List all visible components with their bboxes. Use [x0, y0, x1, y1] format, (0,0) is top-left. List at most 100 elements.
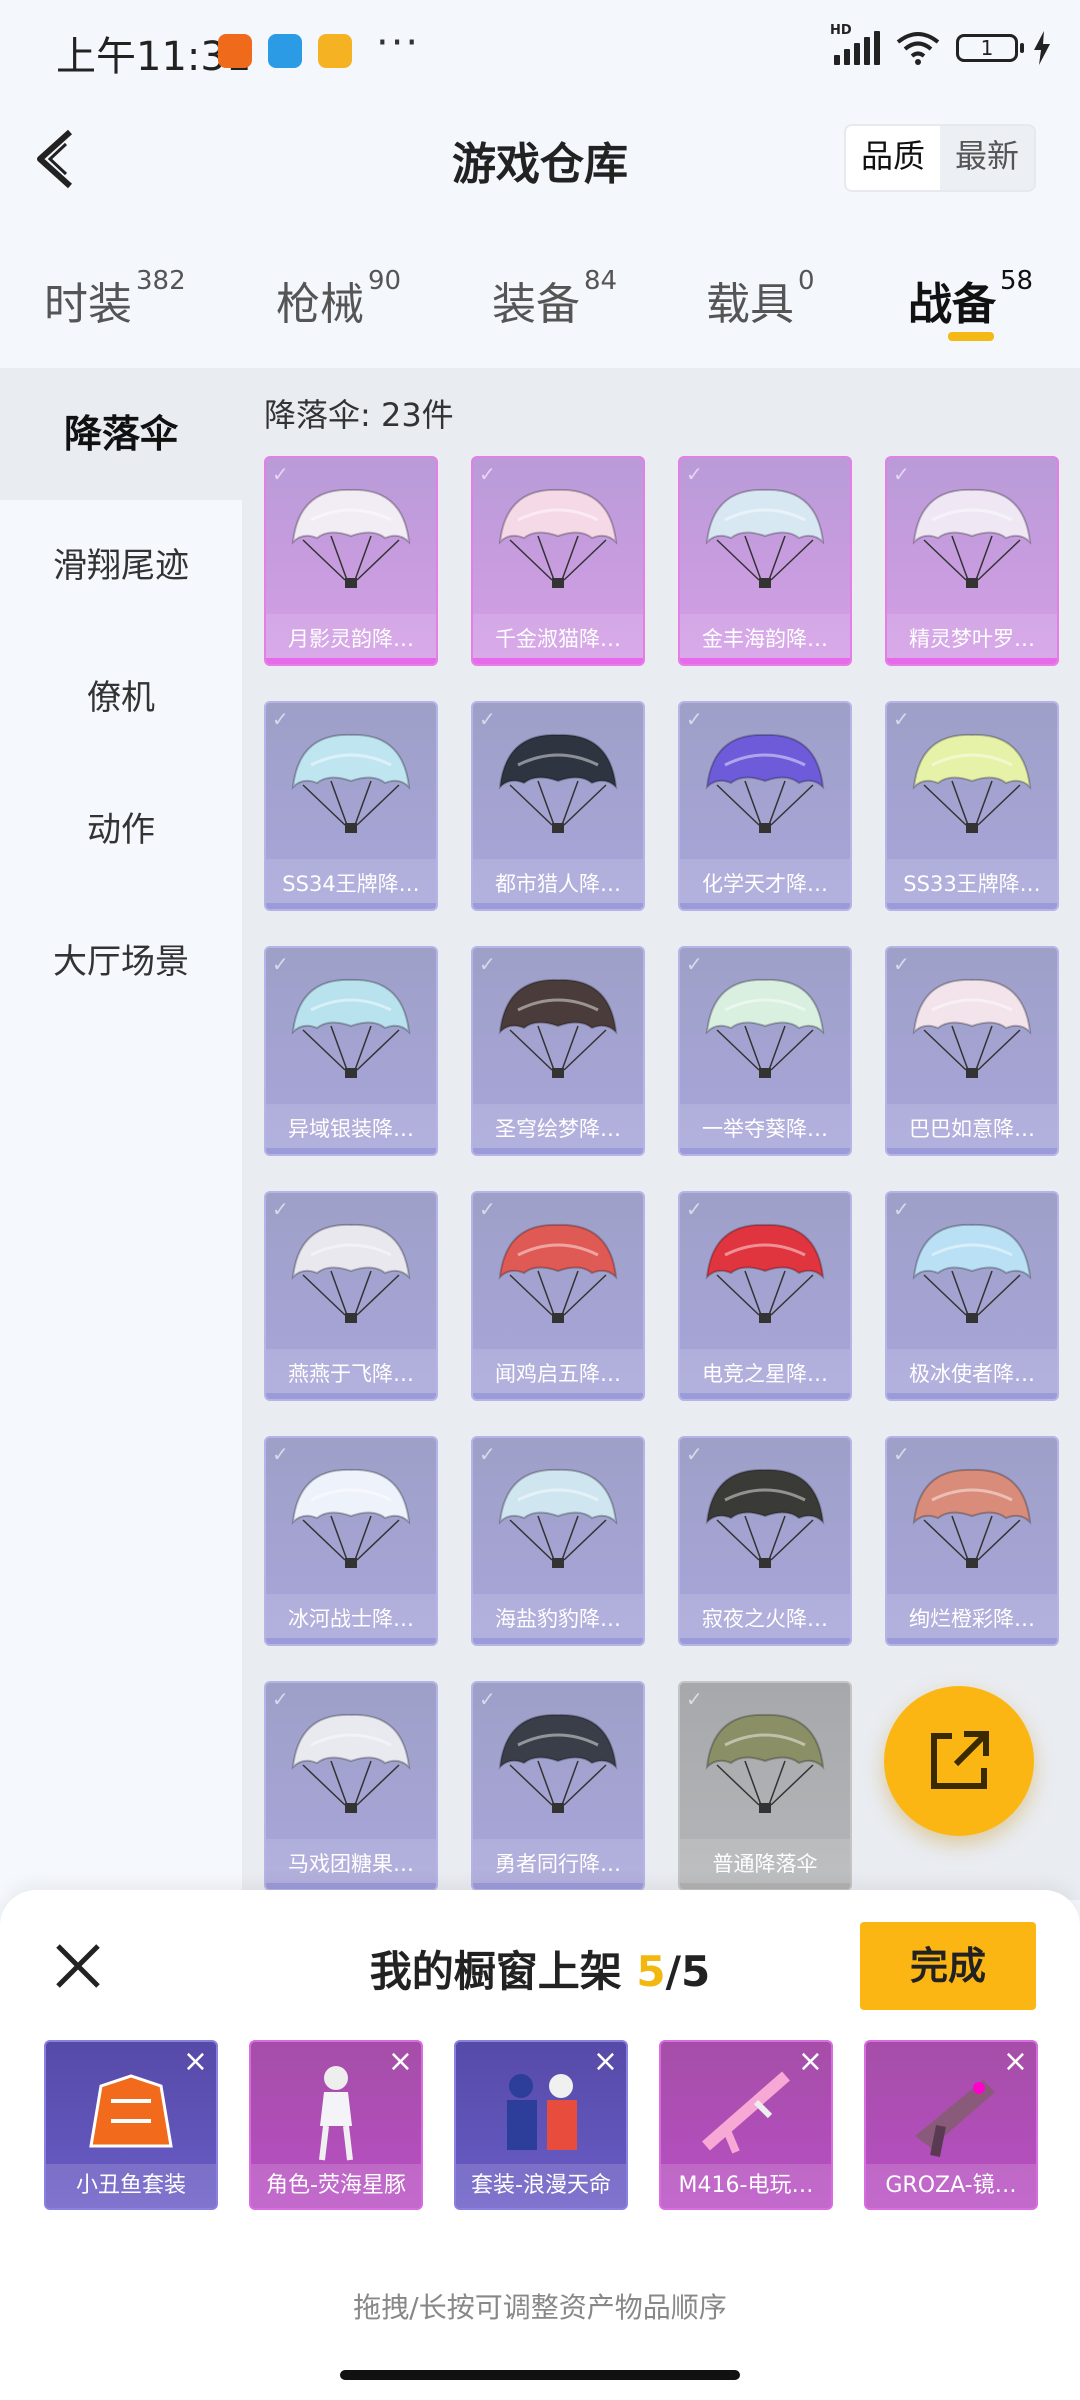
tab-fashion[interactable]: 时装 382	[44, 266, 186, 332]
parachute-name: 冰河战士降…	[266, 1594, 436, 1644]
rarity-bar	[266, 658, 436, 664]
parachute-icon	[498, 1713, 618, 1813]
signal-icon: HD	[830, 23, 880, 65]
parachute-icon	[498, 488, 618, 588]
parachute-card[interactable]: ✓ 冰河战士降…	[264, 1436, 438, 1646]
rarity-bar	[473, 903, 643, 909]
share-button[interactable]	[884, 1686, 1034, 1836]
done-button[interactable]: 完成	[860, 1922, 1036, 2010]
parachute-name: 都市猎人降…	[473, 859, 643, 909]
parachute-card[interactable]: ✓ 海盐豹豹降…	[471, 1436, 645, 1646]
rarity-bar	[266, 1883, 436, 1889]
parachute-icon	[498, 1468, 618, 1568]
home-indicator[interactable]	[340, 2370, 740, 2380]
tab-battle-gear[interactable]: 战备 58	[908, 266, 1033, 332]
sort-newest-button[interactable]: 最新	[940, 126, 1034, 190]
parachute-icon	[705, 978, 825, 1078]
showcase-card[interactable]: × GROZA-镜…	[864, 2040, 1038, 2210]
showcase-item-name: 套装-浪漫天命	[456, 2164, 626, 2208]
parachute-name: 燕燕于飞降…	[266, 1349, 436, 1399]
parachute-card[interactable]: ✓ SS34王牌降…	[264, 701, 438, 911]
parachute-icon	[291, 1223, 411, 1323]
parachute-icon	[912, 488, 1032, 588]
parachute-card[interactable]: ✓ 普通降落伞	[678, 1681, 852, 1891]
showcase-item-name: M416-电玩…	[661, 2164, 831, 2208]
parachute-card[interactable]: ✓ 马戏团糖果…	[264, 1681, 438, 1891]
status-bar: 上午11:31 ··· HD 1	[0, 0, 1080, 100]
tab-equipment[interactable]: 装备 84	[492, 266, 617, 332]
parachute-card[interactable]: ✓ 月影灵韵降…	[264, 456, 438, 666]
tab-vehicles[interactable]: 载具 0	[706, 266, 815, 332]
rarity-bar	[266, 1638, 436, 1644]
parachute-card[interactable]: ✓ 极冰使者降…	[885, 1191, 1059, 1401]
parachute-name: 精灵梦叶罗…	[887, 614, 1057, 664]
parachute-name: 月影灵韵降…	[266, 614, 436, 664]
share-icon	[931, 1731, 989, 1789]
parachute-card[interactable]: ✓ 精灵梦叶罗…	[885, 456, 1059, 666]
reorder-hint: 拖拽/长按可调整资产物品顺序	[353, 2291, 727, 2324]
item-icon	[319, 2066, 353, 2161]
sidebar-item-emote[interactable]: 动作	[0, 764, 242, 896]
parachute-card[interactable]: ✓ 勇者同行降…	[471, 1681, 645, 1891]
parachute-card[interactable]: ✓ 都市猎人降…	[471, 701, 645, 911]
rarity-bar	[266, 1393, 436, 1399]
parachute-icon	[291, 733, 411, 833]
parachute-card[interactable]: ✓ SS33王牌降…	[885, 701, 1059, 911]
parachute-name: 千金淑猫降…	[473, 614, 643, 664]
rarity-bar	[680, 903, 850, 909]
parachute-name: 一举夺葵降…	[680, 1104, 850, 1154]
tab-firearms[interactable]: 枪械 90	[276, 266, 401, 332]
sidebar-item-parachute[interactable]: 降落伞	[0, 368, 242, 500]
battery-icon: 1	[956, 34, 1024, 62]
parachute-name: 金丰海韵降…	[680, 614, 850, 664]
parachute-name: 巴巴如意降…	[887, 1104, 1057, 1154]
parachute-card[interactable]: ✓ 电竞之星降…	[678, 1191, 852, 1401]
showcase-card[interactable]: × 套装-浪漫天命	[454, 2040, 628, 2210]
parachute-card[interactable]: ✓ 圣穹绘梦降…	[471, 946, 645, 1156]
parachute-card[interactable]: ✓ 绚烂橙彩降…	[885, 1436, 1059, 1646]
sidebar-item-glide-trail[interactable]: 滑翔尾迹	[0, 500, 242, 632]
parachute-icon	[705, 488, 825, 588]
showcase-card[interactable]: × M416-电玩…	[659, 2040, 833, 2210]
rarity-bar	[266, 903, 436, 909]
parachute-icon	[912, 733, 1032, 833]
rarity-bar	[680, 1883, 850, 1889]
parachute-name: 普通降落伞	[680, 1839, 850, 1889]
rarity-bar	[266, 1148, 436, 1154]
parachute-name: SS34王牌降…	[266, 859, 436, 909]
parachute-card[interactable]: ✓ 寂夜之火降…	[678, 1436, 852, 1646]
parachute-icon	[705, 1223, 825, 1323]
parachute-card[interactable]: ✓ 闻鸡启五降…	[471, 1191, 645, 1401]
parachute-name: 异域银装降…	[266, 1104, 436, 1154]
parachute-card[interactable]: ✓ 异域银装降…	[264, 946, 438, 1156]
rarity-bar	[473, 658, 643, 664]
more-notifications-icon: ···	[376, 20, 421, 66]
charging-icon	[1034, 31, 1050, 65]
sidebar-item-lobby-scene[interactable]: 大厅场景	[0, 896, 242, 1028]
sort-quality-button[interactable]: 品质	[846, 126, 940, 190]
showcase-card[interactable]: × 角色-荧海星豚	[249, 2040, 423, 2210]
active-tab-indicator	[948, 332, 994, 341]
parachute-card[interactable]: ✓ 巴巴如意降…	[885, 946, 1059, 1156]
parachute-name: 勇者同行降…	[473, 1839, 643, 1889]
parachute-icon	[912, 1223, 1032, 1323]
mi-app-icon	[218, 34, 252, 68]
parachute-name: 闻鸡启五降…	[473, 1349, 643, 1399]
showcase-panel: 我的橱窗上架 5/5 完成 × 小丑鱼套装 × 角色-荧海星豚 × 套装-浪漫天命 × M41…	[0, 1890, 1080, 2400]
parachute-icon	[291, 1713, 411, 1813]
parachute-icon	[291, 978, 411, 1078]
showcase-card[interactable]: × 小丑鱼套装	[44, 2040, 218, 2210]
parachute-name: 马戏团糖果…	[266, 1839, 436, 1889]
item-icon	[507, 2074, 577, 2150]
parachute-card[interactable]: ✓ 燕燕于飞降…	[264, 1191, 438, 1401]
sidebar-item-wingman[interactable]: 僚机	[0, 632, 242, 764]
parachute-icon	[291, 1468, 411, 1568]
parachute-card[interactable]: ✓ 千金淑猫降…	[471, 456, 645, 666]
parachute-card[interactable]: ✓ 化学天才降…	[678, 701, 852, 911]
parachute-card[interactable]: ✓ 金丰海韵降…	[678, 456, 852, 666]
parachute-card[interactable]: ✓ 一举夺葵降…	[678, 946, 852, 1156]
rarity-bar	[473, 1883, 643, 1889]
parachute-icon	[498, 978, 618, 1078]
rarity-bar	[473, 1393, 643, 1399]
wifi-icon	[896, 32, 940, 65]
